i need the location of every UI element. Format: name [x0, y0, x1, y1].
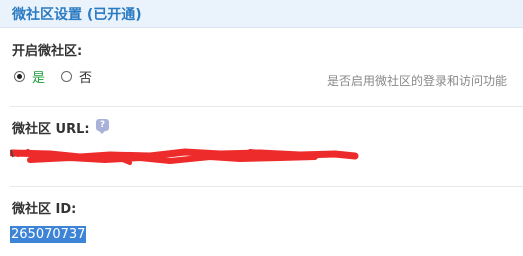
divider	[10, 186, 523, 187]
enable-yes-radio[interactable]	[14, 70, 25, 82]
url-redaction-scribble	[10, 148, 359, 165]
enable-radio-group: 是 否	[14, 66, 108, 86]
enable-hint: 是否启用微社区的登录和访问功能	[327, 74, 508, 88]
enable-label: 开启微社区:	[12, 44, 83, 59]
section-title: 微社区设置 (已开通)	[12, 7, 142, 23]
divider	[10, 106, 523, 107]
community-id-value[interactable]: 265070737	[10, 226, 87, 243]
enable-yes-label[interactable]: 是	[32, 67, 45, 86]
enable-no-radio[interactable]	[61, 70, 73, 82]
section-header: 微社区设置 (已开通)	[0, 0, 523, 28]
enable-no-label[interactable]: 否	[79, 67, 92, 86]
url-label: 微社区 URL:	[12, 122, 90, 137]
question-bubble-icon[interactable]: ?	[96, 119, 109, 134]
wsq-settings-panel: 微社区设置 (已开通) 开启微社区: 是 否 是否启用微社区的登录和访问功能 微…	[0, 0, 523, 256]
id-label: 微社区 ID:	[12, 202, 77, 217]
